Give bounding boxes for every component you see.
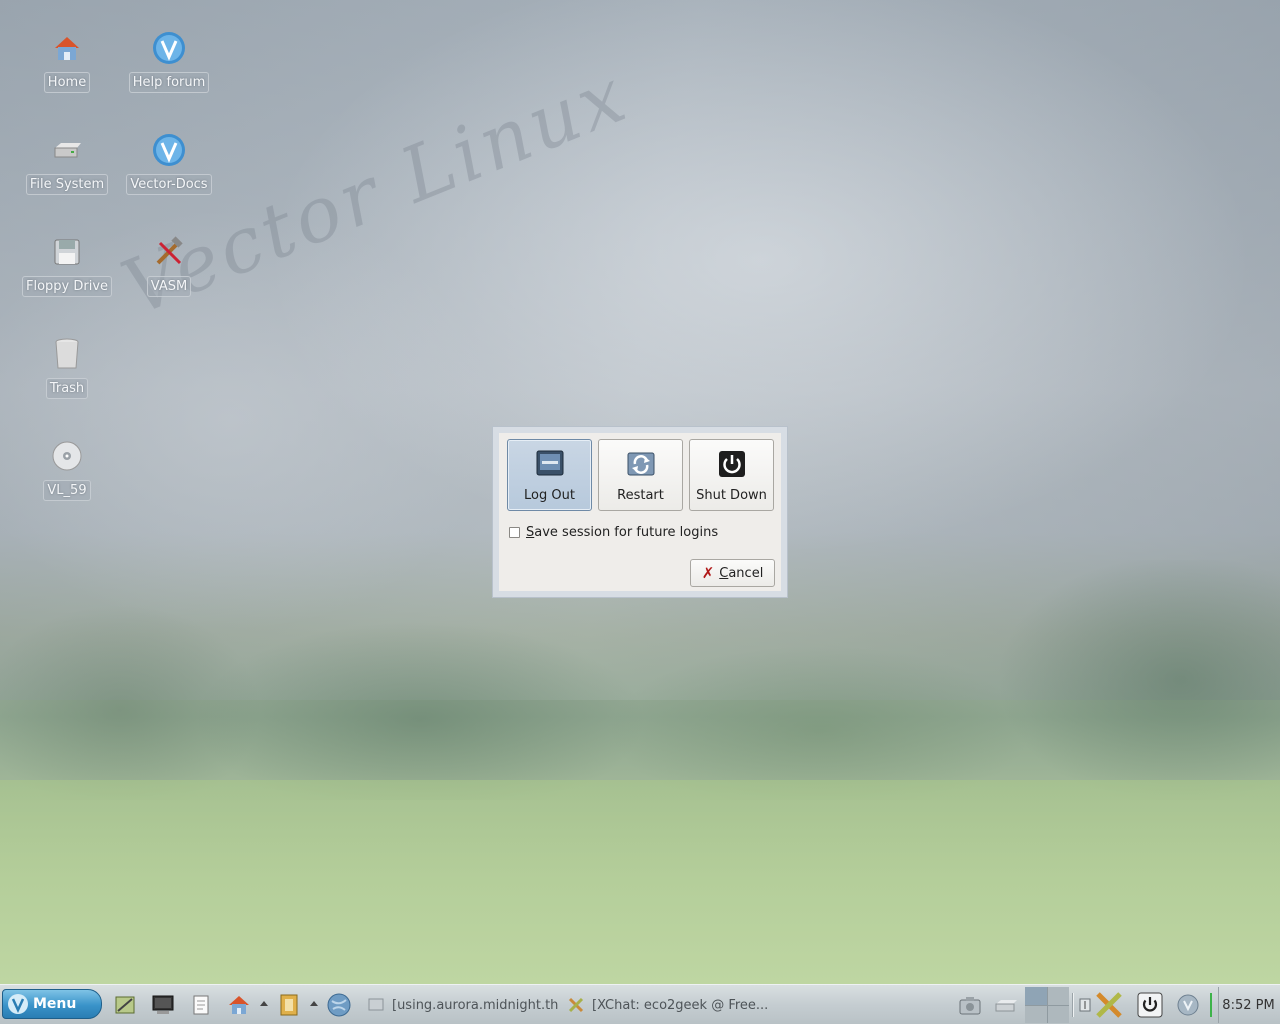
desktop-icon-label: Floppy Drive <box>21 276 113 297</box>
launcher-notepad[interactable] <box>188 992 214 1018</box>
desktop-icon-vasm[interactable]: VASM <box>124 232 214 312</box>
cancel-x-icon: ✗ <box>701 564 715 582</box>
xchat-icon <box>1096 992 1122 1018</box>
desktop-icon-help-forum[interactable]: Help forum <box>124 28 214 108</box>
trash-icon <box>49 336 85 372</box>
terminal-icon <box>152 995 174 1014</box>
save-session-option[interactable]: Save session for future logins <box>509 525 718 540</box>
restart-button[interactable]: Restart <box>598 439 683 511</box>
desktop-icon-file-system[interactable]: File System <box>22 130 112 210</box>
desktop-icon-trash[interactable]: Trash <box>22 334 112 414</box>
restart-label: Restart <box>617 488 664 503</box>
floppy-icon <box>49 234 85 270</box>
wallpaper-meadow <box>0 780 1280 984</box>
power-icon <box>1137 992 1163 1018</box>
home-icon <box>229 996 249 1014</box>
desktop-icon-floppy-drive[interactable]: Floppy Drive <box>21 232 113 312</box>
tray-xchat[interactable] <box>1094 990 1124 1020</box>
launcher-editor[interactable] <box>112 992 138 1018</box>
save-session-checkbox[interactable] <box>509 527 520 538</box>
tray-drive[interactable] <box>991 990 1021 1020</box>
launcher-browser[interactable] <box>326 992 352 1018</box>
power-icon <box>718 451 745 477</box>
taskbar-task-terminal[interactable]: [using.aurora.midnight.th... <box>368 994 558 1016</box>
tray-indicator-bar <box>1210 993 1212 1017</box>
cdrom-icon <box>49 438 85 474</box>
taskbar-clock[interactable]: 8:52 PM <box>1218 987 1278 1023</box>
launcher-files[interactable] <box>276 992 302 1018</box>
launcher-expand-arrow-icon[interactable] <box>260 1001 268 1006</box>
xchat-icon <box>568 997 584 1013</box>
menu-label: Menu <box>33 996 77 1012</box>
desktop-icon-label: File System <box>25 174 109 195</box>
taskbar: Menu [using.aurora.midnight.th... [XChat… <box>0 984 1280 1024</box>
logout-dialog: Log Out Restart Shut Down Save session f… <box>492 426 788 598</box>
desktop-icon-vl59[interactable]: VL_59 <box>22 436 112 516</box>
drive-icon <box>995 1000 1017 1012</box>
terminal-icon <box>368 998 384 1011</box>
tray-power[interactable] <box>1135 990 1165 1020</box>
workspace-3[interactable] <box>1025 1005 1047 1023</box>
cancel-button[interactable]: ✗ Cancel <box>690 559 775 587</box>
volume-icon <box>1177 994 1199 1016</box>
workspace-4[interactable] <box>1047 1005 1069 1023</box>
workspace-2[interactable] <box>1047 987 1069 1005</box>
save-session-label: Save session for future logins <box>526 525 719 540</box>
taskbar-task-xchat[interactable]: [XChat: eco2geek @ Free... <box>568 994 768 1016</box>
task-label: [using.aurora.midnight.th... <box>392 997 558 1013</box>
launcher-home[interactable] <box>226 992 252 1018</box>
tools-icon <box>151 234 187 270</box>
task-label: [XChat: eco2geek @ Free... <box>592 997 768 1013</box>
launcher-expand-arrow-icon[interactable] <box>310 1001 318 1006</box>
logout-dialog-body: Log Out Restart Shut Down Save session f… <box>499 433 781 591</box>
vector-logo-icon <box>151 132 187 168</box>
files-icon <box>280 994 298 1016</box>
shut-down-label: Shut Down <box>696 488 767 503</box>
vector-logo-icon <box>8 994 28 1014</box>
text-icon <box>1079 998 1091 1012</box>
tray-text-indicator[interactable] <box>1078 990 1092 1020</box>
editor-icon <box>115 996 135 1014</box>
desktop-icon-label: VL_59 <box>43 480 91 501</box>
menu-button[interactable]: Menu <box>2 989 102 1019</box>
log-out-label: Log Out <box>524 488 575 503</box>
home-folder-icon <box>49 30 85 66</box>
desktop-icon-label: VASM <box>146 276 192 297</box>
tray-separator <box>1072 993 1074 1017</box>
tray-camera[interactable] <box>955 990 985 1020</box>
workspace-1[interactable] <box>1025 987 1047 1005</box>
drive-icon <box>49 132 85 168</box>
desktop-icon-label: Trash <box>45 378 89 399</box>
shut-down-button[interactable]: Shut Down <box>689 439 774 511</box>
log-out-button[interactable]: Log Out <box>507 439 592 511</box>
launcher-terminal[interactable] <box>150 992 176 1018</box>
tray-volume[interactable] <box>1173 990 1203 1020</box>
workspace-pager[interactable] <box>1025 987 1069 1023</box>
globe-icon <box>327 993 351 1017</box>
camera-icon <box>959 997 981 1015</box>
logout-icon <box>536 450 563 476</box>
desktop-icon-label: Help forum <box>128 72 210 93</box>
desktop-icon-vector-docs[interactable]: Vector-Docs <box>124 130 214 210</box>
notepad-icon <box>193 995 209 1015</box>
cancel-label: Cancel <box>719 565 764 581</box>
desktop-icon-home[interactable]: Home <box>22 28 112 108</box>
desktop-icon-label: Home <box>43 72 91 93</box>
restart-icon <box>627 452 654 476</box>
vector-logo-icon <box>151 30 187 66</box>
desktop-icon-label: Vector-Docs <box>126 174 212 195</box>
